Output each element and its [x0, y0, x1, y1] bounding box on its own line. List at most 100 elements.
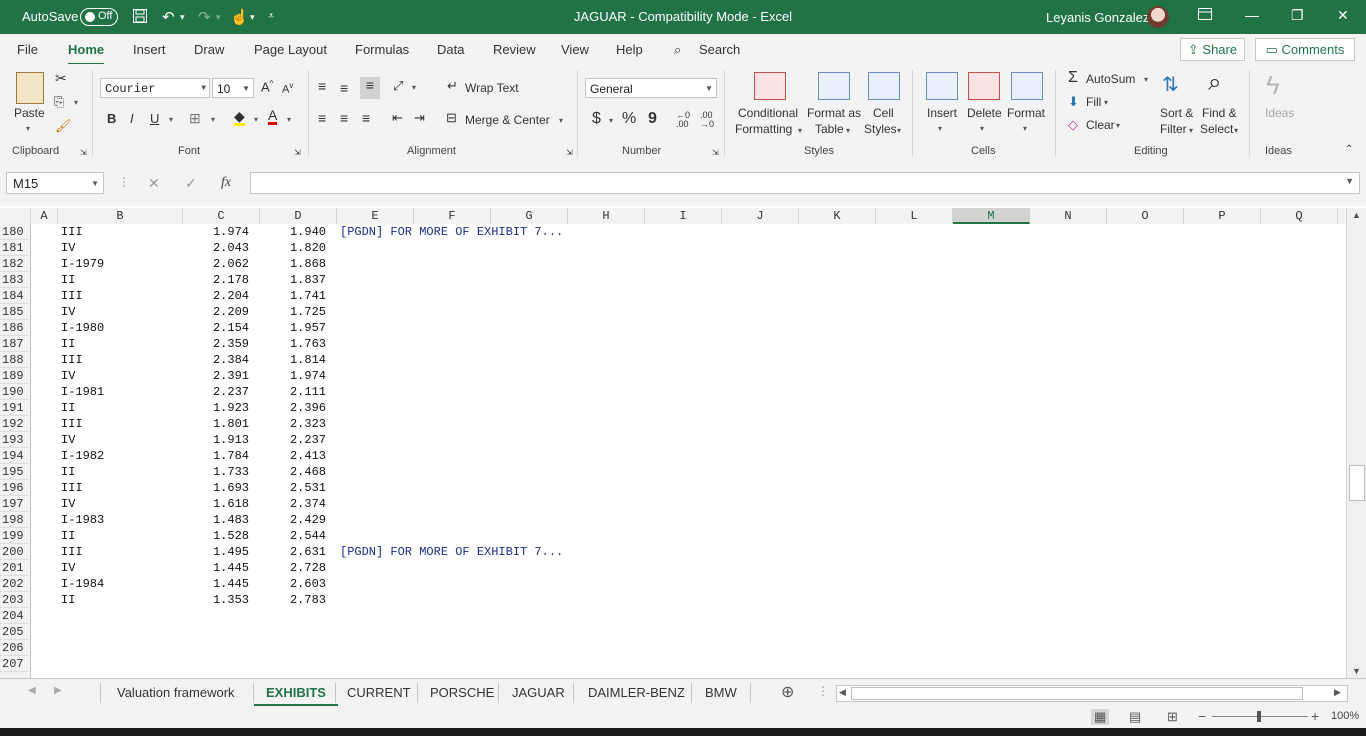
row-header[interactable]: 199 [0, 528, 29, 544]
cell-value-c[interactable]: 1.445 [213, 560, 249, 576]
tab-insert[interactable]: Insert [133, 42, 166, 57]
sort-dropdown-icon[interactable]: ▾ [1189, 126, 1193, 135]
cell-value-d[interactable]: 1.868 [290, 256, 326, 272]
column-header-d[interactable]: D [260, 208, 337, 224]
find-dropdown-icon[interactable]: ▾ [1234, 126, 1238, 135]
row-header[interactable]: 203 [0, 592, 29, 608]
search-box[interactable]: Search [699, 42, 740, 57]
format-dropdown-icon[interactable]: ▾ [1023, 124, 1027, 133]
cell-quarter-label[interactable]: II [61, 464, 75, 480]
column-header-j[interactable]: J [722, 208, 799, 224]
column-header-e[interactable]: E [337, 208, 414, 224]
cell-quarter-label[interactable]: II [61, 592, 75, 608]
font-name-select[interactable]: Courier ▼ [100, 78, 210, 98]
row-header[interactable]: 204 [0, 608, 29, 624]
cell-value-d[interactable]: 2.603 [290, 576, 326, 592]
cell-quarter-label[interactable]: I-1979 [61, 256, 104, 272]
wrap-text-button[interactable]: Wrap Text [465, 81, 519, 95]
currency-button[interactable]: $ [592, 110, 601, 128]
copy-icon[interactable]: ⎘ [54, 94, 64, 110]
column-header-p[interactable]: P [1184, 208, 1261, 224]
align-bottom-icon[interactable]: ≡ [360, 77, 380, 99]
row-header[interactable]: 201 [0, 560, 29, 576]
column-header-h[interactable]: H [568, 208, 645, 224]
cell-value-d[interactable]: 1.763 [290, 336, 326, 352]
row-header[interactable]: 202 [0, 576, 29, 592]
increase-decimal-icon[interactable]: ←0.00 [676, 111, 690, 129]
cell-quarter-label[interactable]: III [61, 416, 83, 432]
cell-quarter-label[interactable]: I-1982 [61, 448, 104, 464]
format-button[interactable]: Format [1007, 106, 1045, 120]
cell-value-d[interactable]: 1.741 [290, 288, 326, 304]
row-header[interactable]: 190 [0, 384, 29, 400]
wrap-text-icon[interactable]: ↵ [447, 78, 458, 94]
align-right-icon[interactable]: ≡ [362, 110, 370, 126]
sheet-tab-porsche[interactable]: PORSCHE [430, 685, 494, 700]
expand-formula-icon[interactable]: ▼ [1345, 176, 1354, 186]
underline-dropdown-icon[interactable]: ▾ [169, 115, 173, 124]
row-header[interactable]: 192 [0, 416, 29, 432]
row-header[interactable]: 180 [0, 224, 29, 240]
horizontal-scrollbar[interactable]: ◀ ▶ [836, 685, 1348, 702]
format-as-table-button[interactable]: Format as [807, 106, 861, 120]
name-box[interactable]: M15 ▼ [6, 172, 104, 194]
ribbon-display-icon[interactable] [1198, 7, 1212, 23]
insert-button[interactable]: Insert [927, 106, 957, 120]
cell-value-d[interactable]: 2.429 [290, 512, 326, 528]
cell-value-c[interactable]: 2.209 [213, 304, 249, 320]
cell-quarter-label[interactable]: IV [61, 240, 75, 256]
autosum-icon[interactable]: Σ [1068, 69, 1078, 87]
sheet-tab-exhibits[interactable]: EXHIBITS [254, 685, 338, 707]
decrease-font-icon[interactable]: Av [282, 81, 293, 96]
fill-icon[interactable]: ⬇ [1068, 94, 1079, 110]
delete-button[interactable]: Delete [967, 106, 1002, 120]
cell-quarter-label[interactable]: I-1980 [61, 320, 104, 336]
conditional-dropdown-icon[interactable]: ▾ [798, 126, 802, 135]
clear-button[interactable]: Clear [1086, 118, 1115, 132]
cell-value-d[interactable]: 2.374 [290, 496, 326, 512]
cell-value-d[interactable]: 1.957 [290, 320, 326, 336]
clear-icon[interactable]: ◇ [1068, 117, 1078, 133]
row-header[interactable]: 184 [0, 288, 29, 304]
cell-value-c[interactable]: 1.445 [213, 576, 249, 592]
zoom-out-icon[interactable]: − [1198, 708, 1206, 724]
scroll-down-icon[interactable]: ▼ [1352, 666, 1361, 676]
fill-dropdown-icon[interactable]: ▾ [1104, 98, 1108, 107]
comments-button[interactable]: ▭ Comments [1255, 38, 1355, 61]
autosum-button[interactable]: AutoSum [1086, 72, 1135, 86]
tab-file[interactable]: File [17, 42, 38, 57]
cell-quarter-label[interactable]: IV [61, 560, 75, 576]
format-as-table-icon[interactable] [818, 72, 850, 100]
restore-icon[interactable]: ❐ [1291, 7, 1304, 24]
cell-value-d[interactable]: 1.814 [290, 352, 326, 368]
find-select-button[interactable]: Find & [1202, 106, 1237, 120]
format-table-dropdown-icon[interactable]: ▾ [846, 126, 850, 135]
cell-quarter-label[interactable]: I-1981 [61, 384, 104, 400]
cell-quarter-label[interactable]: II [61, 528, 75, 544]
cell-value-c[interactable]: 1.495 [213, 544, 249, 560]
cell-quarter-label[interactable]: II [61, 400, 75, 416]
format-cells-icon[interactable] [1011, 72, 1043, 100]
font-color-icon[interactable]: A [268, 108, 278, 125]
search-icon[interactable]: ⌕ [674, 42, 681, 58]
select-all-corner[interactable] [0, 208, 31, 224]
cell-styles-dropdown-icon[interactable]: ▾ [897, 126, 901, 135]
page-layout-view-icon[interactable]: ▤ [1129, 709, 1141, 725]
cell-quarter-label[interactable]: III [61, 544, 83, 560]
tab-formulas[interactable]: Formulas [355, 42, 409, 57]
find-select-icon[interactable]: ⌕ [1208, 69, 1221, 97]
collapse-ribbon-icon[interactable]: ⌃ [1345, 144, 1353, 155]
scroll-right-icon[interactable]: ▶ [1334, 687, 1341, 698]
conditional-formatting-button[interactable]: Conditional [738, 106, 798, 120]
paste-dropdown-icon[interactable]: ▾ [26, 124, 30, 133]
fill-color-icon[interactable]: ◆ [234, 109, 245, 126]
copy-dropdown-icon[interactable]: ▾ [74, 98, 78, 107]
fill-color-dropdown-icon[interactable]: ▾ [254, 115, 258, 124]
column-header-a[interactable]: A [31, 208, 58, 224]
row-header[interactable]: 198 [0, 512, 29, 528]
cell-value-c[interactable]: 1.693 [213, 480, 249, 496]
orientation-dropdown-icon[interactable]: ▾ [412, 83, 416, 92]
cell-quarter-label[interactable]: II [61, 272, 75, 288]
close-icon[interactable]: ✕ [1337, 7, 1349, 24]
column-header-i[interactable]: I [645, 208, 722, 224]
